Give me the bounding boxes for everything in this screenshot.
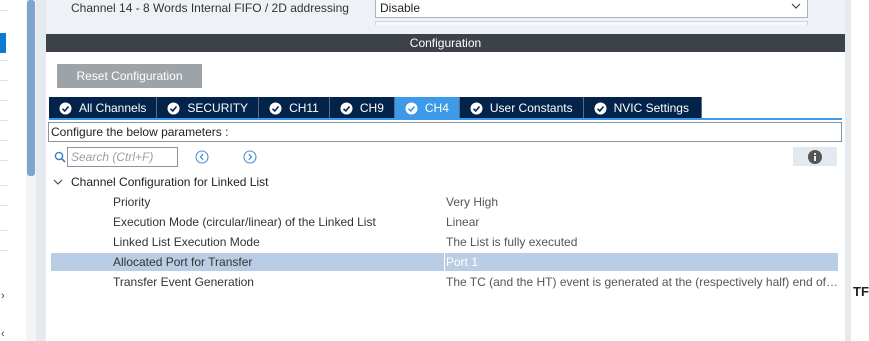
left-panel-strip: › ‹ [0,0,26,341]
tab-ch9[interactable]: CH9 [329,97,395,119]
check-circle-icon [405,102,418,114]
search-previous-icon[interactable] [195,150,209,164]
tab-label: User Constants [489,101,573,115]
row-divider [0,10,8,11]
param-value[interactable]: Port 1 [444,253,836,271]
tab-underline [49,118,842,120]
param-name: Allocated Port for Transfer [113,255,253,269]
row-divider [0,120,8,121]
row-divider [0,230,8,231]
info-icon [808,149,822,164]
check-circle-icon [167,102,180,114]
tab-nvic-settings[interactable]: NVIC Settings [583,97,702,119]
param-value: Very High [446,195,499,209]
row-divider [0,140,8,141]
fifo-parameter-value: Disable [380,1,421,15]
param-row-execution-mode[interactable]: Execution Mode (circular/linear) of the … [51,213,838,231]
row-divider [0,160,8,161]
search-next-icon[interactable] [243,150,257,164]
tab-label: SECURITY [187,101,249,115]
param-value: The TC (and the HT) event is generated a… [446,275,838,289]
tab-label: CH4 [424,101,449,115]
right-edge-label: TF [853,284,869,299]
stm32-config-panel: › ‹ TF Channel 14 - 8 Words Internal FIF… [0,0,869,341]
row-divider [0,205,8,206]
search-icon [54,151,66,163]
tab-ch11[interactable]: CH11 [259,97,330,119]
row-divider [0,60,8,61]
collapse-arrow-icon[interactable]: › [1,290,5,302]
row-divider [0,80,8,81]
search-input[interactable] [67,147,178,167]
configure-hint: Configure the below parameters : [48,122,842,142]
config-tabs: All Channels SECURITY CH11 CH9 CH4 User … [49,97,702,119]
next-field-edge [375,21,808,25]
tab-label: NVIC Settings [613,101,689,115]
tab-label: CH9 [359,101,384,115]
param-value: Linear [446,215,480,229]
row-divider [0,100,8,101]
param-name: Linked List Execution Mode [113,235,260,249]
chevron-down-icon [791,3,801,9]
chevron-left-icon[interactable]: ‹ [1,328,5,340]
check-circle-icon [59,102,72,114]
fifo-parameter-select[interactable]: Disable [375,0,808,18]
tab-label: All Channels [79,101,147,115]
check-circle-icon [470,102,483,114]
scrollbar-thumb[interactable] [27,0,35,176]
param-name: Priority [113,195,151,209]
param-row-priority[interactable]: Priority Very High [51,193,838,211]
panel-frame-left [36,0,46,341]
param-row-ll-execution-mode[interactable]: Linked List Execution Mode The List is f… [51,233,838,251]
fifo-parameter-label: Channel 14 - 8 Words Internal FIFO / 2D … [71,1,349,15]
tab-user-constants[interactable]: User Constants [459,97,584,119]
row-divider [0,185,8,186]
linked-list-config-group[interactable]: Channel Configuration for Linked List [53,173,268,191]
info-button[interactable] [793,147,837,166]
check-circle-icon [340,102,353,114]
check-circle-icon [269,102,282,114]
tab-label: CH11 [289,101,319,115]
tab-security[interactable]: SECURITY [157,97,260,119]
param-value: The List is fully executed [446,235,578,249]
check-circle-icon [594,102,607,114]
row-divider [0,250,8,251]
selected-marker [0,33,6,53]
param-name: Transfer Event Generation [113,275,254,289]
reset-configuration-button[interactable]: Reset Configuration [57,64,202,88]
param-row-allocated-port[interactable]: Allocated Port for Transfer Port 1 [51,253,838,271]
group-label: Channel Configuration for Linked List [71,175,269,189]
param-row-transfer-event[interactable]: Transfer Event Generation The TC (and th… [51,273,838,291]
tab-ch4[interactable]: CH4 [394,97,460,119]
configuration-header: Configuration [46,34,845,52]
tab-all-channels[interactable]: All Channels [49,97,158,119]
chevron-down-icon [53,179,63,185]
param-name: Execution Mode (circular/linear) of the … [113,215,376,229]
